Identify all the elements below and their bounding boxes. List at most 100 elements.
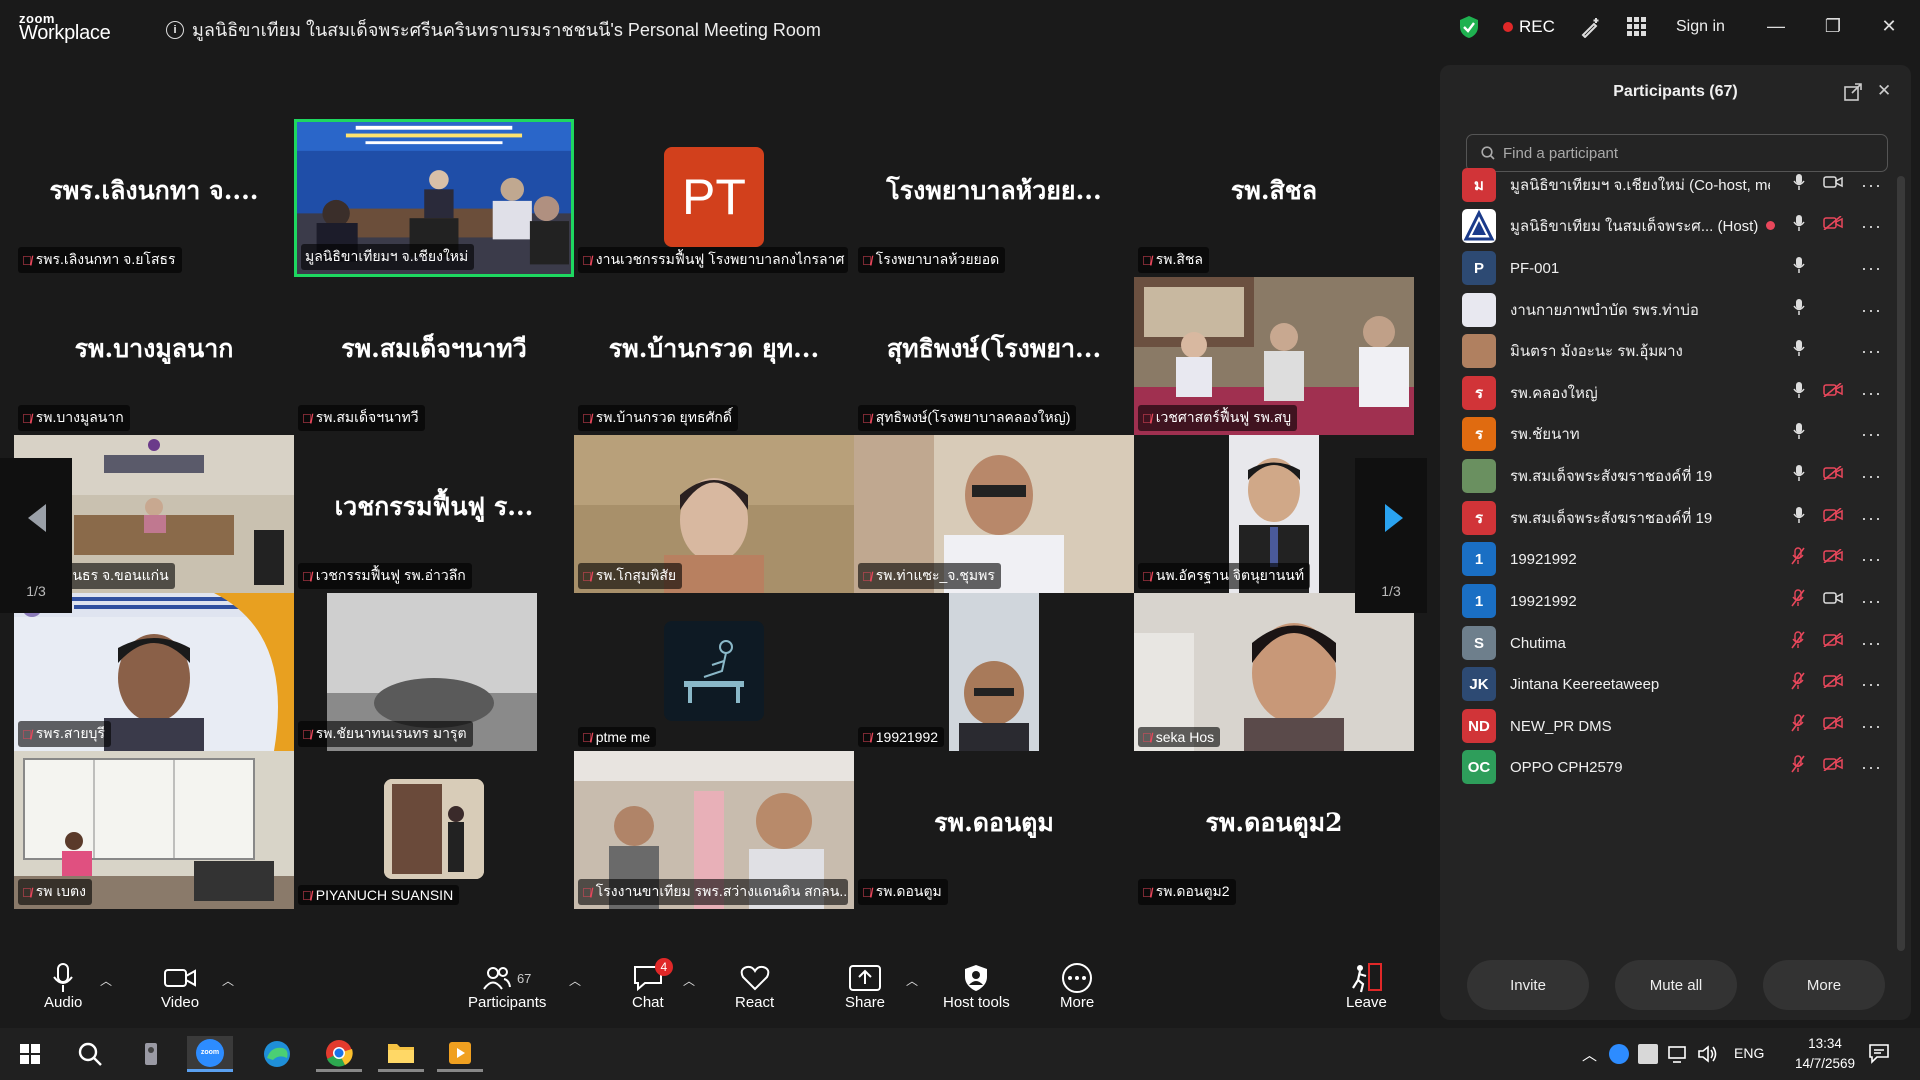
- video-button[interactable]: Video: [161, 962, 199, 1011]
- microphone-icon[interactable]: [1793, 298, 1805, 321]
- more-options-icon[interactable]: ···: [1861, 342, 1882, 360]
- host-tools-button[interactable]: Host tools: [943, 962, 1010, 1011]
- participant-tile[interactable]: 🎙̸ PIYANUCH SUANSIN: [294, 751, 574, 909]
- participant-tile[interactable]: 🎙̸ โรงงานขาเทียม รพร.สว่างแดนดิน สกลน...: [574, 751, 854, 909]
- participant-tile-active[interactable]: มูลนิธิขาเทียมฯ จ.เชียงใหม่: [294, 119, 574, 277]
- close-panel-icon[interactable]: ✕: [1877, 81, 1891, 101]
- pop-out-icon[interactable]: [1844, 83, 1862, 101]
- camera-off-icon[interactable]: [1823, 548, 1843, 568]
- camera-icon[interactable]: [1823, 175, 1843, 194]
- show-hidden-icons-caret[interactable]: ︿: [1582, 1044, 1597, 1065]
- chrome-browser-icon[interactable]: [316, 1036, 362, 1072]
- leave-button[interactable]: Leave: [1346, 962, 1387, 1011]
- microphone-icon[interactable]: [1793, 422, 1805, 445]
- participant-tile[interactable]: รพ.สิชล 🎙̸ รพ.สิชล: [1134, 119, 1414, 277]
- participant-row[interactable]: ม มูลนิธิขาเทียมฯ จ.เชียงใหม่ (Co-host, m…: [1462, 165, 1882, 205]
- participant-row[interactable]: P PF-001 ···: [1462, 248, 1882, 288]
- participant-row[interactable]: มูลนิธิขาเทียม ในสมเด็จพระศ... (Host) ···: [1462, 206, 1882, 246]
- network-icon[interactable]: [1668, 1044, 1690, 1064]
- shield-icon[interactable]: [1458, 0, 1480, 54]
- camera-off-icon[interactable]: [1823, 465, 1843, 485]
- more-options-icon[interactable]: ···: [1861, 550, 1882, 568]
- microphone-icon[interactable]: [1793, 256, 1805, 279]
- participants-button[interactable]: 67 Participants: [468, 962, 546, 1011]
- microphone-icon[interactable]: [1793, 381, 1805, 404]
- participant-tile[interactable]: 🎙̸ รพร.สายบุรี: [14, 593, 294, 751]
- previous-page-button[interactable]: 1/3: [0, 458, 72, 613]
- close-window-icon[interactable]: ✕: [1879, 16, 1899, 36]
- participant-row[interactable]: ร รพ.สมเด็จพระสังฆราชองค์ที่ 19 ···: [1462, 498, 1882, 538]
- video-options-caret[interactable]: ︿: [222, 972, 234, 989]
- share-options-caret[interactable]: ︿: [906, 972, 918, 989]
- more-options-icon[interactable]: ···: [1861, 717, 1882, 735]
- mute-all-button[interactable]: Mute all: [1615, 960, 1737, 1010]
- microphone-icon[interactable]: [1793, 506, 1805, 529]
- microphone-icon[interactable]: [1793, 173, 1805, 196]
- more-options-icon[interactable]: ···: [1861, 592, 1882, 610]
- apps-grid-icon[interactable]: [1627, 0, 1647, 54]
- recorder-app-icon[interactable]: [128, 1036, 174, 1072]
- camera-off-icon[interactable]: [1823, 382, 1843, 402]
- microphone-muted-icon[interactable]: [1791, 631, 1805, 654]
- microphone-muted-icon[interactable]: [1791, 714, 1805, 737]
- microphone-icon[interactable]: [1793, 464, 1805, 487]
- participant-row[interactable]: ร รพ.ชัยนาท ···: [1462, 414, 1882, 454]
- participant-row[interactable]: มินตรา มังอะนะ รพ.อุ้มผาง ···: [1462, 331, 1882, 371]
- microphone-muted-icon[interactable]: [1791, 755, 1805, 778]
- participant-tile[interactable]: รพ.บางมูลนาก 🎙̸ รพ.บางมูลนาก: [14, 277, 294, 435]
- more-options-icon[interactable]: ···: [1861, 217, 1882, 235]
- camera-off-icon[interactable]: [1823, 215, 1843, 235]
- participant-row[interactable]: รพ.สมเด็จพระสังฆราชองค์ที่ 19 ···: [1462, 456, 1882, 496]
- share-button[interactable]: Share: [845, 962, 885, 1011]
- participant-tile[interactable]: รพร.เลิงนกทา จ.... 🎙̸ รพร.เลิงนกทา จ.ยโสธ…: [14, 119, 294, 277]
- participant-row[interactable]: งานกายภาพบำบัด รพร.ท่าบ่อ ···: [1462, 290, 1882, 330]
- volume-icon[interactable]: [1697, 1044, 1719, 1064]
- participant-tile[interactable]: สุทธิพงษ์(โรงพยา... 🎙̸ สุทธิพงษ์(โรงพยาบา…: [854, 277, 1134, 435]
- participant-tile[interactable]: 🎙̸ เวชศาสตร์ฟื้นฟู รพ.สบู: [1134, 277, 1414, 435]
- info-icon[interactable]: i: [166, 20, 184, 39]
- more-options-icon[interactable]: ···: [1861, 176, 1882, 194]
- more-options-icon[interactable]: ···: [1861, 675, 1882, 693]
- participant-row[interactable]: S Chutima ···: [1462, 623, 1882, 663]
- more-options-icon[interactable]: ···: [1861, 509, 1882, 527]
- participant-row[interactable]: JK Jintana Keereetaweep ···: [1462, 664, 1882, 704]
- participant-tile[interactable]: รพ.บ้านกรวด ยุท... 🎙̸ รพ.บ้านกรวด ยุทธศัก…: [574, 277, 854, 435]
- minimize-icon[interactable]: —: [1766, 16, 1786, 36]
- participant-tile[interactable]: 🎙̸ ptme me: [574, 593, 854, 751]
- notifications-icon[interactable]: [1868, 1042, 1890, 1064]
- more-options-icon[interactable]: ···: [1861, 425, 1882, 443]
- microphone-icon[interactable]: [1793, 214, 1805, 237]
- annotate-icon[interactable]: [1580, 0, 1602, 54]
- microphone-muted-icon[interactable]: [1791, 589, 1805, 612]
- file-explorer-icon[interactable]: [378, 1036, 424, 1072]
- participant-tile[interactable]: 🎙̸ รพ เบตง: [14, 751, 294, 909]
- more-button[interactable]: More: [1060, 962, 1094, 1011]
- more-options-icon[interactable]: ···: [1861, 467, 1882, 485]
- participant-row[interactable]: ร รพ.คลองใหญ่ ···: [1462, 373, 1882, 413]
- audio-options-caret[interactable]: ︿: [100, 972, 112, 989]
- edge-browser-icon[interactable]: [254, 1036, 300, 1072]
- participants-options-caret[interactable]: ︿: [569, 972, 581, 989]
- more-options-icon[interactable]: ···: [1861, 301, 1882, 319]
- sign-in-link[interactable]: Sign in: [1676, 0, 1725, 54]
- participant-tile[interactable]: 🎙̸ รพ.ท่าแซะ_จ.ชุมพร: [854, 435, 1134, 593]
- more-options-icon[interactable]: ···: [1861, 634, 1882, 652]
- camera-icon[interactable]: [1823, 591, 1843, 610]
- participant-tile[interactable]: 🎙̸ seka Hos: [1134, 593, 1414, 751]
- restore-icon[interactable]: ❐: [1823, 16, 1843, 36]
- more-options-icon[interactable]: ···: [1861, 384, 1882, 402]
- zoom-app-icon[interactable]: zoom: [187, 1036, 233, 1072]
- input-method-icon[interactable]: [1638, 1044, 1658, 1064]
- participant-tile[interactable]: 🎙̸ 19921992: [854, 593, 1134, 751]
- system-clock[interactable]: 13:34 14/7/2569: [1789, 1034, 1861, 1074]
- camera-off-icon[interactable]: [1823, 632, 1843, 652]
- participant-tile[interactable]: รพ.ดอนตูม2 🎙̸ รพ.ดอนตูม2: [1134, 751, 1414, 909]
- participant-tile[interactable]: 🎙̸ รพ.โกสุมพิสัย: [574, 435, 854, 593]
- camera-off-icon[interactable]: [1823, 507, 1843, 527]
- participant-list-scrollbar[interactable]: [1897, 176, 1905, 951]
- chat-options-caret[interactable]: ︿: [683, 972, 695, 989]
- participant-row[interactable]: OC OPPO CPH2579 ···: [1462, 747, 1882, 787]
- camera-off-icon[interactable]: [1823, 673, 1843, 693]
- microphone-muted-icon[interactable]: [1791, 547, 1805, 570]
- language-indicator[interactable]: ENG: [1734, 1045, 1764, 1061]
